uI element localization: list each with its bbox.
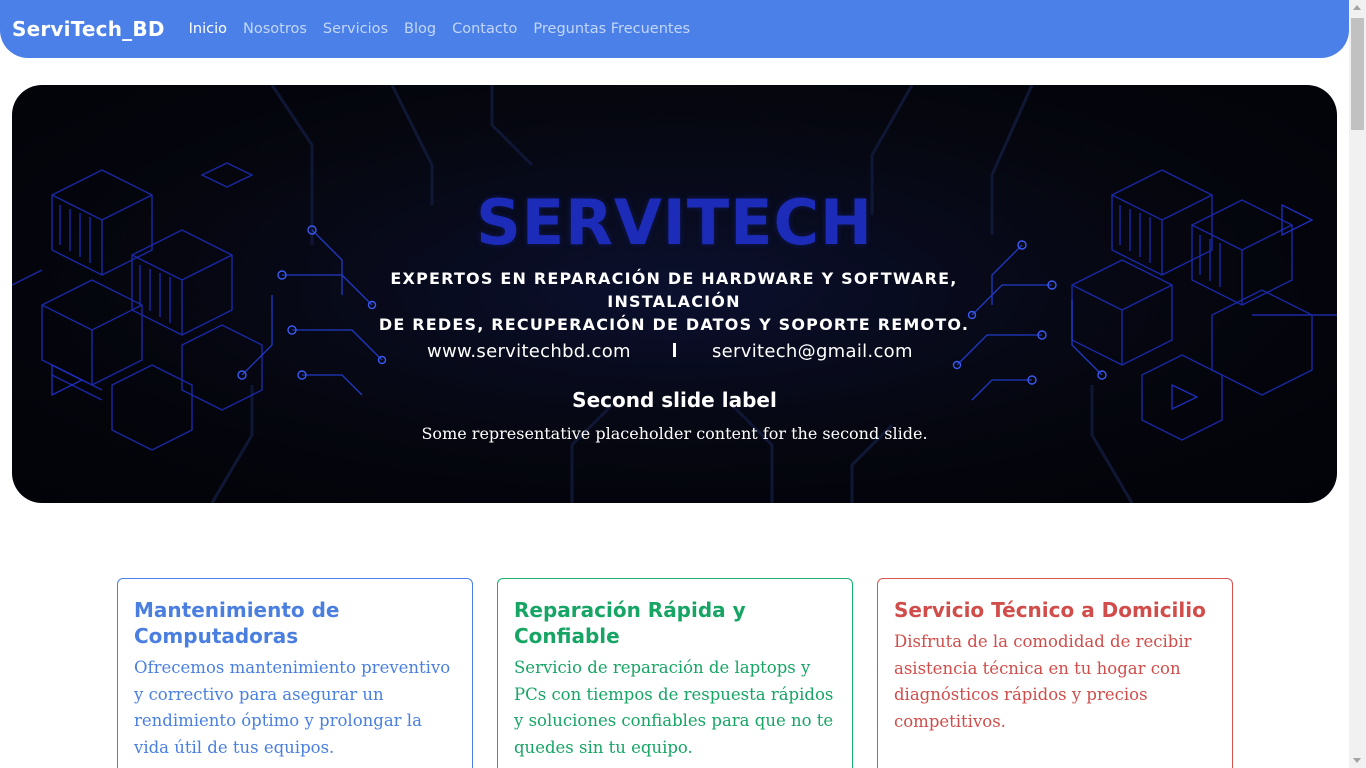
nav-link-servicios[interactable]: Servicios	[323, 21, 388, 37]
carousel-caption-text: Some representative placeholder content …	[421, 424, 928, 443]
hero-email-text: servitech@gmail.com	[712, 341, 913, 362]
carousel-caption-title: Second slide label	[572, 388, 777, 412]
slogan-line-1: EXPERTOS EN REPARACIÓN DE HARDWARE Y SOF…	[390, 269, 958, 311]
service-card-mantenimiento: Mantenimiento de Computadoras Ofrecemos …	[117, 578, 473, 768]
nav-link-contacto[interactable]: Contacto	[452, 21, 517, 37]
card-text: Servicio de reparación de laptops y PCs …	[514, 658, 834, 757]
card-text: Disfruta de la comodidad de recibir asis…	[894, 632, 1192, 731]
servitech-logo-text: SERVITECH	[476, 186, 873, 259]
nav-link-preguntas-frecuentes[interactable]: Preguntas Frecuentes	[533, 21, 690, 37]
brand-logo-link[interactable]: ServiTech_BD	[12, 17, 165, 41]
page-scrollbar[interactable]	[1349, 0, 1366, 768]
nav-link-nosotros[interactable]: Nosotros	[243, 21, 307, 37]
card-title: Servicio Técnico a Domicilio	[894, 598, 1206, 622]
scroll-down-arrow-icon[interactable]	[1353, 758, 1361, 763]
card-text: Ofrecemos mantenimiento preventivo y cor…	[134, 658, 451, 757]
scrollbar-thumb[interactable]	[1351, 18, 1364, 130]
card-title: Reparación Rápida y Confiable	[514, 598, 746, 648]
contact-separator	[673, 343, 676, 357]
service-card-domicilio: Servicio Técnico a Domicilio Disfruta de…	[877, 578, 1233, 768]
scroll-up-arrow-icon[interactable]	[1353, 5, 1361, 10]
nav-link-inicio[interactable]: Inicio	[189, 21, 227, 37]
nav-links: Inicio Nosotros Servicios Blog Contacto …	[189, 21, 706, 37]
hero-carousel[interactable]: SERVITECH EXPERTOS EN REPARACIÓN DE HARD…	[12, 85, 1337, 503]
nav-link-blog[interactable]: Blog	[404, 21, 436, 37]
service-card-reparacion: Reparación Rápida y Confiable Servicio d…	[497, 578, 853, 768]
card-title: Mantenimiento de Computadoras	[134, 598, 340, 648]
hero-website-text: www.servitechbd.com	[427, 341, 631, 362]
slogan-line-2: DE REDES, RECUPERACIÓN DE DATOS Y SOPORT…	[378, 315, 970, 334]
hero-slogan: EXPERTOS EN REPARACIÓN DE HARDWARE Y SOF…	[324, 267, 1024, 336]
hero-contact-row: www.servitechbd.com servitech@gmail.com	[12, 341, 1337, 367]
navbar: ServiTech_BD Inicio Nosotros Servicios B…	[0, 0, 1349, 58]
